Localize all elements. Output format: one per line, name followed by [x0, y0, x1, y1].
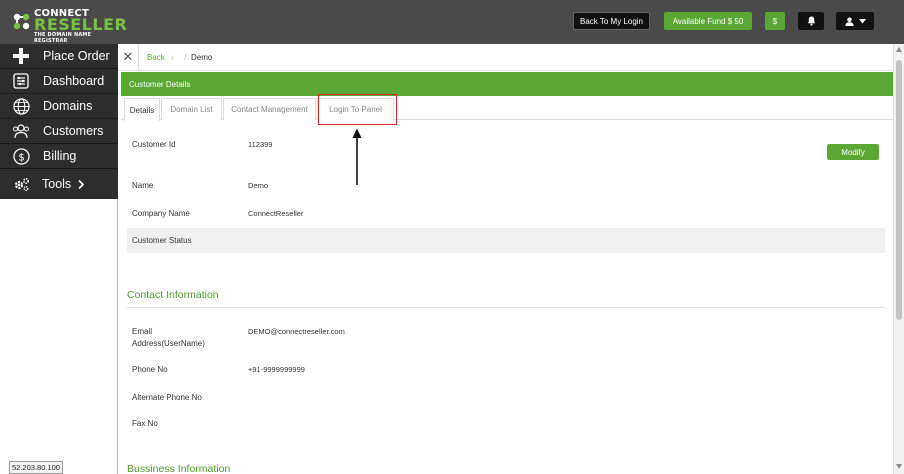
- alternate-phone-label: Alternate Phone No: [132, 393, 202, 402]
- customer-status-row: [127, 228, 885, 253]
- breadcrumb-back-link[interactable]: Back: [147, 53, 165, 62]
- tab-domain-list[interactable]: Domain List: [161, 98, 222, 120]
- scroll-down-icon[interactable]: [896, 464, 902, 469]
- breadcrumb-separator: /: [184, 53, 187, 62]
- phone-value: +91-9999999999: [248, 365, 305, 374]
- email-value: DEMO@connectreseller.com: [248, 327, 345, 336]
- customer-status-label: Customer Status: [132, 236, 192, 245]
- tab-bar: Details Domain List Contact Management L…: [121, 96, 893, 121]
- sidebar-item-label: Customers: [43, 124, 104, 138]
- brand-line-2: RESELLER: [34, 15, 128, 34]
- user-menu-button[interactable]: [836, 12, 874, 30]
- company-name-label: Company Name: [132, 209, 190, 218]
- plus-icon: [11, 46, 31, 66]
- users-icon: [11, 121, 31, 141]
- tab-details[interactable]: Details: [124, 98, 160, 121]
- customer-id-label: Customer Id: [132, 140, 176, 149]
- tab-contact-management[interactable]: Contact Management: [223, 98, 316, 120]
- panel-title: Customer Details: [121, 72, 893, 96]
- phone-label: Phone No: [132, 365, 168, 374]
- notifications-button[interactable]: [798, 12, 824, 30]
- app-root: CONNECT RESELLER THE DOMAIN NAME REGISTR…: [0, 0, 904, 474]
- sidebar-item-billing[interactable]: $ Billing: [0, 144, 118, 169]
- customer-details-content: Customer Id 112399 Modify Name Demo Comp…: [121, 121, 893, 474]
- tab-login-to-panel[interactable]: Login To Panel: [317, 98, 394, 120]
- contact-information-title: Contact Information: [127, 289, 219, 301]
- sidebar-item-label: Domains: [43, 99, 93, 113]
- breadcrumb-current: Demo: [191, 53, 213, 62]
- dollar-circle-icon: $: [11, 146, 31, 166]
- svg-text:$: $: [18, 152, 24, 163]
- scroll-up-icon[interactable]: [896, 47, 902, 52]
- caret-down-icon: [858, 18, 866, 23]
- breadcrumb-separator: ›: [171, 53, 174, 62]
- brand-logo[interactable]: CONNECT RESELLER THE DOMAIN NAME REGISTR…: [12, 9, 127, 44]
- email-label-username: Address(UserName): [132, 339, 205, 348]
- sidebar-menu: Place Order Dashboard Domains Customers: [0, 44, 118, 199]
- globe-icon: [11, 96, 31, 116]
- email-label: Email: [132, 327, 153, 336]
- gears-icon: [11, 174, 31, 194]
- sidebar-item-place-order[interactable]: Place Order: [0, 44, 118, 69]
- scrollbar-thumb[interactable]: [896, 60, 902, 320]
- page-scrollbar[interactable]: [893, 44, 904, 474]
- chevron-right-icon: [78, 179, 84, 189]
- user-icon: [844, 16, 854, 26]
- modify-button[interactable]: Modify: [827, 144, 879, 160]
- section-divider: [127, 307, 885, 308]
- sidebar-item-label: Tools: [42, 177, 72, 191]
- sidebar-item-label: Place Order: [43, 49, 110, 63]
- breadcrumb: ✕ Back › / Demo: [118, 44, 893, 71]
- bell-icon: [807, 16, 815, 26]
- sidebar: Place Order Dashboard Domains Customers: [0, 44, 118, 474]
- sidebar-item-domains[interactable]: Domains: [0, 94, 118, 119]
- back-to-my-login-button[interactable]: Back To My Login: [573, 12, 650, 30]
- name-value: Demo: [248, 181, 269, 190]
- sidebar-item-customers[interactable]: Customers: [0, 119, 118, 144]
- available-fund-button[interactable]: Available Fund $ 50: [664, 12, 752, 30]
- close-icon[interactable]: ✕: [118, 44, 139, 71]
- business-information-title: Bussiness Information: [127, 463, 231, 474]
- sidebar-item-label: Billing: [43, 149, 77, 163]
- sidebar-item-label: Dashboard: [43, 74, 105, 88]
- sidebar-item-tools[interactable]: Tools: [0, 169, 118, 199]
- dashboard-icon: [11, 71, 31, 91]
- customer-id-value: 112399: [248, 140, 273, 149]
- logo-mark-icon: [13, 13, 30, 30]
- brand-tagline: THE DOMAIN NAME REGISTRAR: [34, 32, 92, 44]
- company-name-value: ConnectReseller: [248, 209, 304, 218]
- add-funds-button[interactable]: $: [765, 12, 785, 30]
- server-ip-label: 52.203.80.100: [9, 461, 63, 474]
- top-bar: CONNECT RESELLER THE DOMAIN NAME REGISTR…: [0, 0, 904, 44]
- sidebar-item-dashboard[interactable]: Dashboard: [0, 69, 118, 94]
- fax-label: Fax No: [132, 419, 158, 428]
- name-label: Name: [132, 181, 154, 190]
